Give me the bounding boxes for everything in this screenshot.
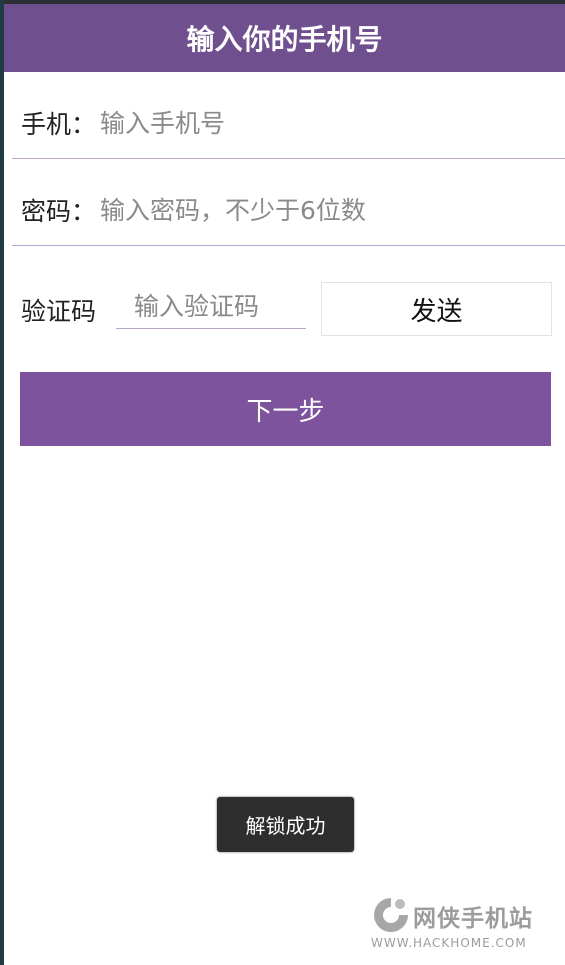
app-screen: 输入你的手机号 手机： 密码： 验证码 发送 下一步 解锁成功 网侠手机站 WW…	[4, 0, 565, 965]
send-code-button[interactable]: 发送	[321, 282, 552, 336]
phone-label: 手机：	[21, 110, 97, 139]
phone-input[interactable]	[100, 103, 531, 143]
password-input[interactable]	[100, 190, 531, 230]
watermark-name: 网侠手机站	[413, 906, 533, 932]
watermark-url: WWW.HACKHOME.COM	[371, 936, 527, 950]
password-row: 密码：	[12, 175, 565, 246]
phone-row: 手机：	[12, 88, 565, 159]
verification-code-input[interactable]	[116, 285, 306, 329]
toast-message: 解锁成功	[217, 797, 354, 852]
next-step-button[interactable]: 下一步	[20, 372, 551, 446]
page-title: 输入你的手机号	[186, 23, 383, 56]
password-label: 密码：	[21, 197, 97, 226]
verification-code-label: 验证码	[21, 297, 97, 326]
app-titlebar: 输入你的手机号	[4, 4, 565, 72]
site-logo-icon	[374, 898, 408, 932]
watermark: 网侠手机站 WWW.HACKHOME.COM	[371, 895, 557, 957]
